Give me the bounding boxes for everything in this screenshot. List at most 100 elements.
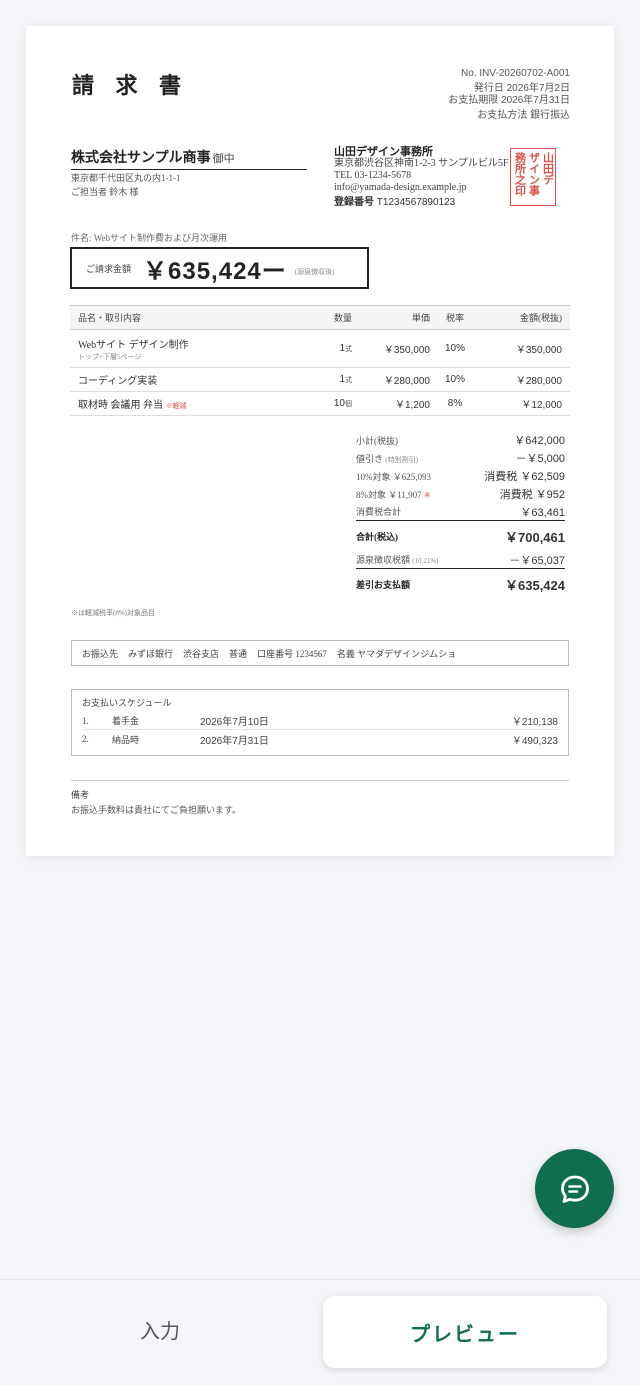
tax8-row: 8%対象 ￥11,907 ※ 消費税 ￥952: [356, 485, 565, 503]
tab-preview[interactable]: プレビュー: [323, 1296, 607, 1368]
total-amount-box: ご請求金額 ￥635,424ー (源泉徴収後): [70, 247, 369, 289]
issuer-name: 山田デザイン事務所: [334, 146, 433, 158]
registration-number: T1234567890123: [376, 197, 456, 208]
schedule-date: 2026年7月31日: [200, 735, 269, 747]
invoice-number: No. INV-20260702-A001: [461, 68, 570, 79]
issuer-block: 山田デザイン事務所 東京都渋谷区神南1-2-3 サンプルビル5F TEL 03-…: [334, 146, 534, 209]
withholding-row: 源泉徴収税額 (10.21%) －￥65,037: [356, 551, 565, 569]
discount-note: (特別割引): [385, 455, 418, 464]
chat-button[interactable]: [535, 1149, 614, 1228]
account-number: 口座番号 1234567: [257, 648, 327, 659]
tax-total-label: 消費税合計: [356, 507, 402, 517]
item-name: Webサイト デザイン制作: [78, 339, 189, 351]
tax10-value: ￥62,509: [520, 471, 565, 483]
item-amount: ￥350,000: [480, 329, 570, 368]
remarks-title: 備考: [71, 790, 90, 800]
summary-block: 小計(税抜) ￥642,000 値引き (特別割引) －￥5,000 10%対象 ￥…: [356, 431, 565, 599]
issuer-tel: TEL 03-1234-5678: [334, 170, 412, 181]
chat-icon: [560, 1175, 589, 1203]
tax8-label: 8%対象 ￥11,907: [356, 489, 422, 500]
item-name: 取材時 会議用 弁当: [78, 400, 163, 411]
item-unit-price: ￥280,000: [352, 367, 430, 392]
recipient-name: 株式会社サンプル商事: [71, 151, 211, 166]
tax10-row: 10%対象 ￥625,093 消費税 ￥62,509: [356, 467, 565, 485]
grand-total-label: 合計(税込): [356, 531, 398, 542]
schedule-date: 2026年7月10日: [200, 717, 269, 728]
issuer-address: 東京都渋谷区神南1-2-3 サンプルビル5F: [334, 158, 509, 169]
issuer-email: info@yamada-design.example.jp: [334, 182, 467, 193]
total-amount: ￥635,424ー: [143, 257, 287, 285]
subtotal-label: 小計(税抜): [356, 435, 398, 446]
total-label: ご請求金額: [86, 263, 132, 274]
reduced-rate-mark: ※軽減: [165, 402, 187, 410]
account-type: 普通: [229, 648, 248, 659]
schedule-amount: ￥210,138: [511, 717, 558, 728]
table-row: Webサイト デザイン制作 トップ+下層5ページ 1式 ￥350,000 10% …: [70, 329, 570, 368]
schedule-amount: ￥490,323: [511, 735, 558, 747]
col-qty-header: 数量: [294, 305, 352, 330]
payment-method: お支払方法 銀行振込: [477, 110, 570, 121]
item-name: コーディング実装: [70, 367, 294, 392]
recipient-contact: ご担当者 鈴木 様: [71, 187, 139, 197]
line-items-table: 品名・取引内容 数量 単価 税率 金額(税抜) Webサイト デザイン制作 トップ…: [70, 305, 570, 416]
recipient-honorific: 御中: [212, 153, 235, 165]
reduced-rate-footnote: ※は軽減税率(8%)対象品目: [71, 609, 155, 617]
registration-label: 登録番号: [334, 197, 374, 208]
grand-total-row: 合計(税込) ￥700,461: [356, 521, 565, 551]
item-tax-rate: 10%: [430, 329, 480, 368]
schedule-label: 着手金: [112, 716, 140, 726]
bank-label: お振込先: [82, 648, 119, 659]
invoice-subject: 件名: Webサイト制作費および月次運用: [71, 233, 228, 243]
due-date: お支払期限 2026年7月31日: [448, 95, 570, 106]
tax8-name: 消費税: [499, 489, 533, 501]
company-seal: 山田デ ザイン事 務所之印: [510, 148, 556, 206]
seal-line: ザイン事: [527, 152, 540, 196]
item-unit-price: ￥350,000: [352, 329, 430, 368]
tax-total-row: 消費税合計 ￥63,461: [356, 503, 565, 521]
col-rate-header: 税率: [430, 305, 480, 330]
schedule-label: 納品時: [112, 734, 140, 745]
withholding-note: (10.21%): [412, 557, 439, 565]
schedule-index: 1.: [82, 715, 89, 726]
discount-value: －￥5,000: [515, 453, 565, 465]
item-unit-price: ￥1,200: [352, 391, 430, 416]
net-payment-row: 差引お支払額 ￥635,424: [356, 569, 565, 599]
bank-info: お振込先 みずほ銀行 渋谷支店 普通 口座番号 1234567 名義 ヤマダデザ…: [71, 640, 569, 666]
tax10-name: 消費税: [484, 471, 518, 483]
seal-line: 務所之印: [513, 152, 526, 196]
withholding-value: －￥65,037: [509, 554, 565, 567]
subtotal-value: ￥642,000: [514, 435, 565, 447]
tab-input[interactable]: 入力: [0, 1289, 320, 1369]
tax-total-value: ￥63,461: [520, 506, 565, 519]
item-amount: ￥12,000: [480, 391, 570, 416]
col-unit-header: 単価: [352, 305, 430, 330]
item-qty-cell: 1式: [294, 367, 352, 392]
col-name-header: 品名・取引内容: [70, 305, 294, 330]
invoice-preview: 請 求 書 No. INV-20260702-A001 発行日 2026年7月2…: [26, 26, 614, 856]
tax10-label: 10%対象 ￥625,093: [356, 471, 431, 482]
item-sub: トップ+下層5ページ: [78, 352, 142, 361]
tax8-value: ￥952: [535, 489, 565, 501]
schedule-index: 2.: [82, 734, 89, 744]
invoice-title: 請 求 書: [72, 73, 190, 98]
remarks-divider: [71, 780, 569, 781]
subtotal-row: 小計(税抜) ￥642,000: [356, 431, 565, 449]
payment-schedule: お支払いスケジュール 1. 着手金 2026年7月10日 ￥210,138 2.…: [71, 689, 569, 756]
tax8-mark: ※: [423, 490, 431, 500]
net-payment-label: 差引お支払額: [356, 579, 411, 590]
item-qty-unit: 式: [345, 377, 352, 384]
item-tax-rate: 8%: [430, 391, 480, 416]
item-qty: 10: [333, 398, 345, 409]
bank-branch: 渋谷支店: [183, 648, 220, 659]
schedule-row: 1. 着手金 2026年7月10日 ￥210,138: [82, 712, 558, 730]
table-row: 取材時 会議用 弁当 ※軽減 10個 ￥1,200 8% ￥12,000: [70, 391, 570, 416]
recipient-address: 東京都千代田区丸の内1-1-1: [71, 173, 181, 183]
seal-line: 山田デ: [541, 152, 554, 185]
col-amount-header: 金額(税抜): [480, 305, 570, 330]
table-row: コーディング実装 1式 ￥280,000 10% ￥280,000: [70, 367, 570, 392]
item-qty-cell: 10個: [294, 391, 352, 416]
item-tax-rate: 10%: [430, 367, 480, 392]
item-name-cell: Webサイト デザイン制作 トップ+下層5ページ: [70, 329, 294, 368]
net-payment-value: ￥635,424: [505, 577, 565, 593]
item-qty-unit: 個: [345, 401, 352, 408]
